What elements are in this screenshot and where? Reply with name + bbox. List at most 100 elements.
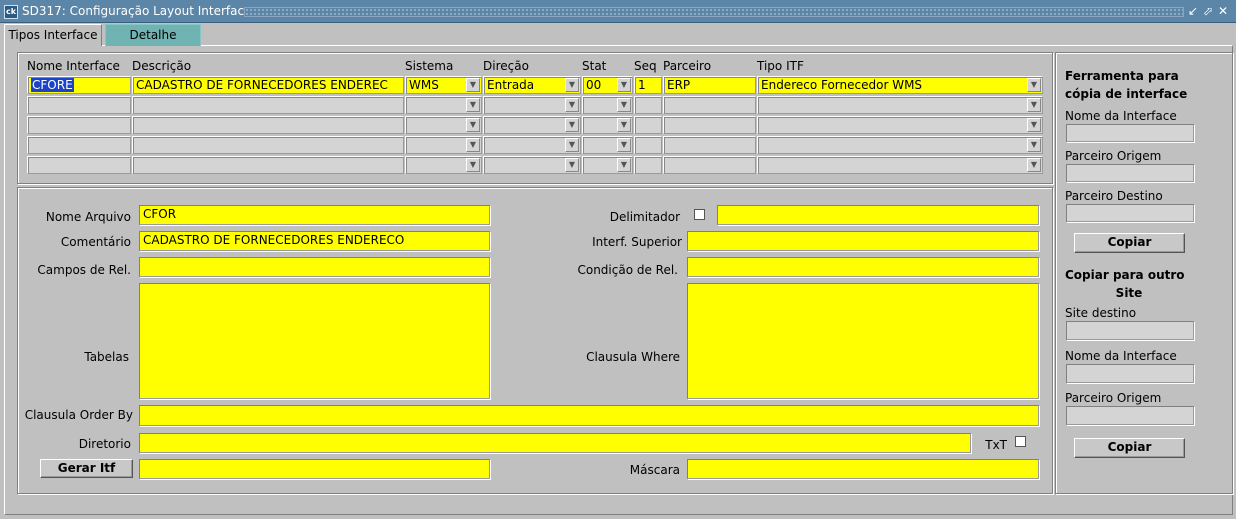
chevron-down-icon[interactable]: ▼	[1027, 118, 1041, 132]
empty-row-2-seq[interactable]	[634, 96, 662, 114]
site-parceiro-origem-field[interactable]	[1066, 406, 1194, 425]
app-icon: ck	[4, 5, 18, 19]
empty-row-2-nome-interface[interactable]	[27, 96, 131, 114]
chevron-down-icon[interactable]: ▼	[565, 138, 579, 152]
chevron-down-icon[interactable]: ▼	[1027, 158, 1041, 172]
nome-arquivo-field[interactable]: CFOR	[139, 205, 490, 225]
empty-row-2-tipo-itf[interactable]: ▼	[757, 96, 1043, 114]
empty-row-3-stat[interactable]: ▼	[582, 116, 633, 134]
empty-row-5-seq[interactable]	[634, 156, 662, 174]
chevron-down-icon[interactable]: ▼	[565, 118, 579, 132]
empty-row-3-sistema[interactable]: ▼	[405, 116, 482, 134]
empty-row-5-sistema[interactable]: ▼	[405, 156, 482, 174]
chevron-down-icon[interactable]: ▼	[466, 158, 480, 172]
empty-row-4-descricao[interactable]	[132, 136, 404, 154]
maximize-icon[interactable]: ⬀	[1201, 4, 1215, 19]
chevron-down-icon[interactable]: ▼	[617, 98, 631, 112]
close-icon[interactable]: ✕	[1216, 4, 1230, 19]
minimize-icon[interactable]: ↙	[1186, 4, 1200, 19]
chevron-down-icon[interactable]: ▼	[466, 98, 480, 112]
row1-nome-interface[interactable]: CFORE	[27, 76, 131, 94]
empty-row-5-direcao[interactable]: ▼	[483, 156, 581, 174]
empty-row-2-sistema[interactable]: ▼	[405, 96, 482, 114]
copy-nome-interface-field[interactable]	[1066, 124, 1194, 142]
empty-row-4-nome-interface[interactable]	[27, 136, 131, 154]
site-nome-interface-field[interactable]	[1066, 364, 1194, 383]
chevron-down-icon[interactable]: ▼	[565, 158, 579, 172]
empty-row-2-descricao[interactable]	[132, 96, 404, 114]
site-destino-label: Site destino	[1065, 306, 1137, 320]
row1-sistema-select[interactable]: WMS ▼	[405, 76, 482, 94]
txt-checkbox[interactable]	[1015, 436, 1026, 447]
empty-row-3-tipo-itf[interactable]: ▼	[757, 116, 1043, 134]
title-bar-grip	[244, 7, 1184, 17]
mascara-field[interactable]	[687, 459, 1039, 479]
diretorio-field[interactable]	[139, 433, 971, 453]
parceiro-origem-label: Parceiro Origem	[1065, 149, 1162, 163]
copiar-site-button[interactable]: Copiar	[1074, 438, 1185, 458]
row1-tipo-itf-select[interactable]: Endereco Fornecedor WMS ▼	[757, 76, 1043, 94]
empty-row-5-descricao[interactable]	[132, 156, 404, 174]
empty-row-2-direcao[interactable]: ▼	[483, 96, 581, 114]
chevron-down-icon[interactable]: ▼	[466, 138, 480, 152]
campos-rel-field[interactable]	[139, 257, 490, 277]
chevron-down-icon[interactable]: ▼	[617, 158, 631, 172]
chevron-down-icon[interactable]: ▼	[466, 118, 480, 132]
chevron-down-icon[interactable]: ▼	[466, 78, 480, 92]
empty-row-3-direcao[interactable]: ▼	[483, 116, 581, 134]
copy-parceiro-destino-field[interactable]	[1066, 204, 1194, 222]
empty-row-5-stat[interactable]: ▼	[582, 156, 633, 174]
row1-direcao-select[interactable]: Entrada ▼	[483, 76, 581, 94]
empty-row-4-parceiro[interactable]	[663, 136, 756, 154]
empty-row-3-descricao[interactable]	[132, 116, 404, 134]
tab-tipos-interface[interactable]: Tipos Interface	[4, 24, 102, 46]
tab-detalhe[interactable]: Detalhe	[105, 24, 201, 46]
gerar-itf-field[interactable]	[139, 459, 490, 479]
header-seq: Seq	[634, 59, 657, 73]
interf-superior-label: Interf. Superior	[592, 235, 682, 249]
empty-row-4-stat[interactable]: ▼	[582, 136, 633, 154]
clausula-order-field[interactable]	[139, 405, 1039, 426]
empty-row-4-direcao[interactable]: ▼	[483, 136, 581, 154]
comentario-field[interactable]: CADASTRO DE FORNECEDORES ENDERECO	[139, 231, 490, 251]
row1-stat-select[interactable]: 00 ▼	[582, 76, 633, 94]
chevron-down-icon[interactable]: ▼	[565, 78, 579, 92]
header-direcao: Direção	[483, 59, 529, 73]
empty-row-4-seq[interactable]	[634, 136, 662, 154]
row1-descricao[interactable]: CADASTRO DE FORNECEDORES ENDEREC	[132, 76, 404, 94]
clausula-where-field[interactable]	[687, 283, 1039, 399]
gerar-itf-button[interactable]: Gerar Itf	[40, 459, 133, 478]
delimitador-checkbox[interactable]	[694, 209, 705, 220]
clausula-order-label: Clausula Order By	[24, 408, 133, 422]
chevron-down-icon[interactable]: ▼	[617, 118, 631, 132]
row1-parceiro[interactable]: ERP	[663, 76, 756, 94]
delimitador-field[interactable]	[717, 205, 1039, 225]
copiar-button[interactable]: Copiar	[1074, 233, 1185, 253]
copy-parceiro-origem-field[interactable]	[1066, 164, 1194, 182]
row1-seq[interactable]: 1	[634, 76, 662, 94]
mascara-label: Máscara	[629, 463, 680, 477]
empty-row-5-nome-interface[interactable]	[27, 156, 131, 174]
chevron-down-icon[interactable]: ▼	[1027, 138, 1041, 152]
empty-row-3-nome-interface[interactable]	[27, 116, 131, 134]
empty-row-3-parceiro[interactable]	[663, 116, 756, 134]
empty-row-5-parceiro[interactable]	[663, 156, 756, 174]
interf-superior-field[interactable]	[687, 231, 1039, 251]
condicao-rel-field[interactable]	[687, 257, 1039, 277]
empty-row-5-tipo-itf[interactable]: ▼	[757, 156, 1043, 174]
tabelas-field[interactable]	[139, 283, 490, 399]
empty-row-4-tipo-itf[interactable]: ▼	[757, 136, 1043, 154]
site-destino-field[interactable]	[1066, 321, 1194, 340]
chevron-down-icon[interactable]: ▼	[1027, 98, 1041, 112]
empty-row-2-stat[interactable]: ▼	[582, 96, 633, 114]
empty-row-4-sistema[interactable]: ▼	[405, 136, 482, 154]
empty-row-3-seq[interactable]	[634, 116, 662, 134]
chevron-down-icon[interactable]: ▼	[617, 138, 631, 152]
chevron-down-icon[interactable]: ▼	[617, 78, 631, 92]
header-descricao: Descrição	[132, 59, 192, 73]
chevron-down-icon[interactable]: ▼	[565, 98, 579, 112]
sistema-value: WMS	[409, 78, 439, 92]
empty-row-2-parceiro[interactable]	[663, 96, 756, 114]
chevron-down-icon[interactable]: ▼	[1027, 78, 1041, 92]
condicao-rel-label: Condição de Rel.	[577, 263, 678, 277]
